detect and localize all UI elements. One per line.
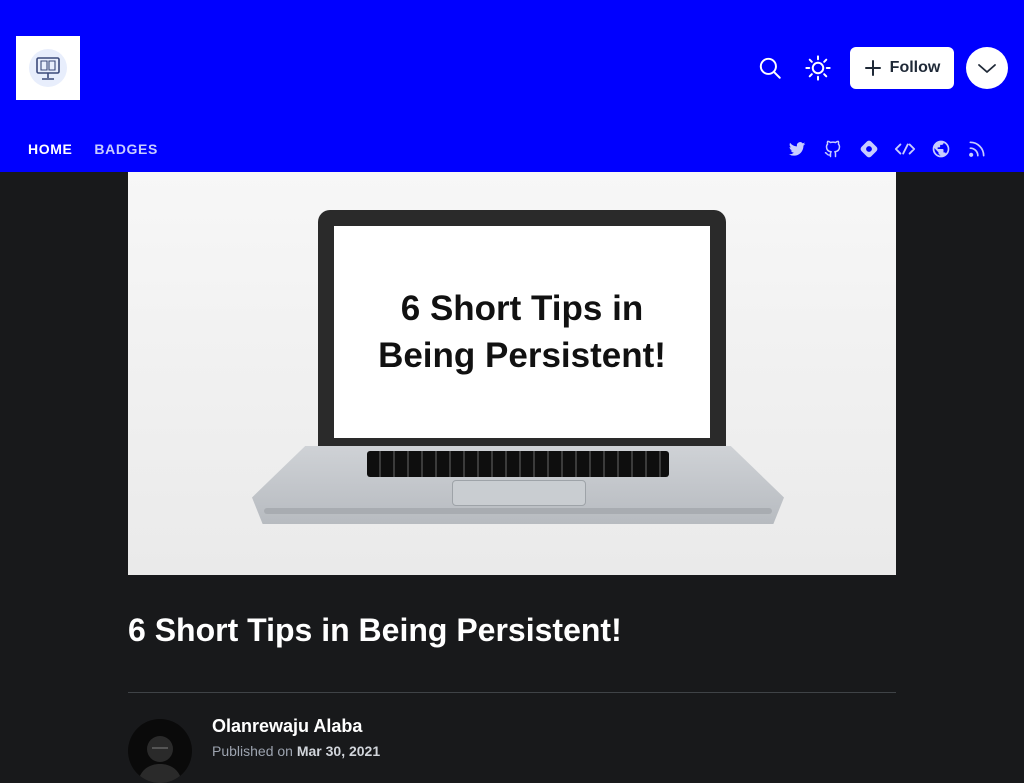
theme-toggle-button[interactable] [802,52,834,84]
laptop-illustration: 6 Short Tips in Being Persistent! [318,210,726,446]
search-icon [759,57,781,79]
globe-icon [932,140,950,158]
publish-date: Mar 30, 2021 [296,743,381,759]
laptop-trackpad [452,480,586,506]
author-avatar[interactable] [128,719,192,783]
chevron-down-icon [978,64,996,73]
website-link[interactable] [930,138,952,160]
rss-link[interactable] [966,138,988,160]
blog-logo[interactable] [16,36,80,100]
devto-link[interactable] [894,138,916,160]
follow-button[interactable]: Follow [850,47,954,89]
person-silhouette-icon [138,736,182,783]
publish-info: Published on Mar 30, 2021 [212,743,380,759]
published-prefix: Published on [212,743,293,759]
post-title: 6 Short Tips in Being Persistent! [128,612,622,648]
cover-text: 6 Short Tips in Being Persistent! [334,226,710,438]
hashnode-link[interactable] [858,138,880,160]
hashnode-icon [860,140,878,158]
github-icon [824,140,841,158]
laptop-base [252,446,784,524]
search-button[interactable] [754,52,786,84]
github-link[interactable] [822,138,844,160]
sun-icon [805,55,831,81]
laptop-front-edge [264,508,772,514]
social-links [786,138,988,160]
computer-book-icon [29,49,67,87]
cover-image: 6 Short Tips in Being Persistent! [128,172,896,575]
blog-header: Follow HOME BADGES [0,0,1024,172]
devto-icon [894,143,916,155]
nav-item-badges[interactable]: BADGES [94,141,158,157]
nav-item-home[interactable]: HOME [28,141,72,157]
laptop-keyboard [367,451,669,477]
main-nav: HOME BADGES [28,141,158,157]
follow-label: Follow [889,59,941,76]
account-menu-button[interactable] [966,47,1008,89]
author-name[interactable]: Olanrewaju Alaba [212,716,362,737]
divider [128,692,896,693]
rss-icon [969,141,985,157]
plus-icon [864,60,881,76]
twitter-icon [788,142,806,156]
twitter-link[interactable] [786,138,808,160]
